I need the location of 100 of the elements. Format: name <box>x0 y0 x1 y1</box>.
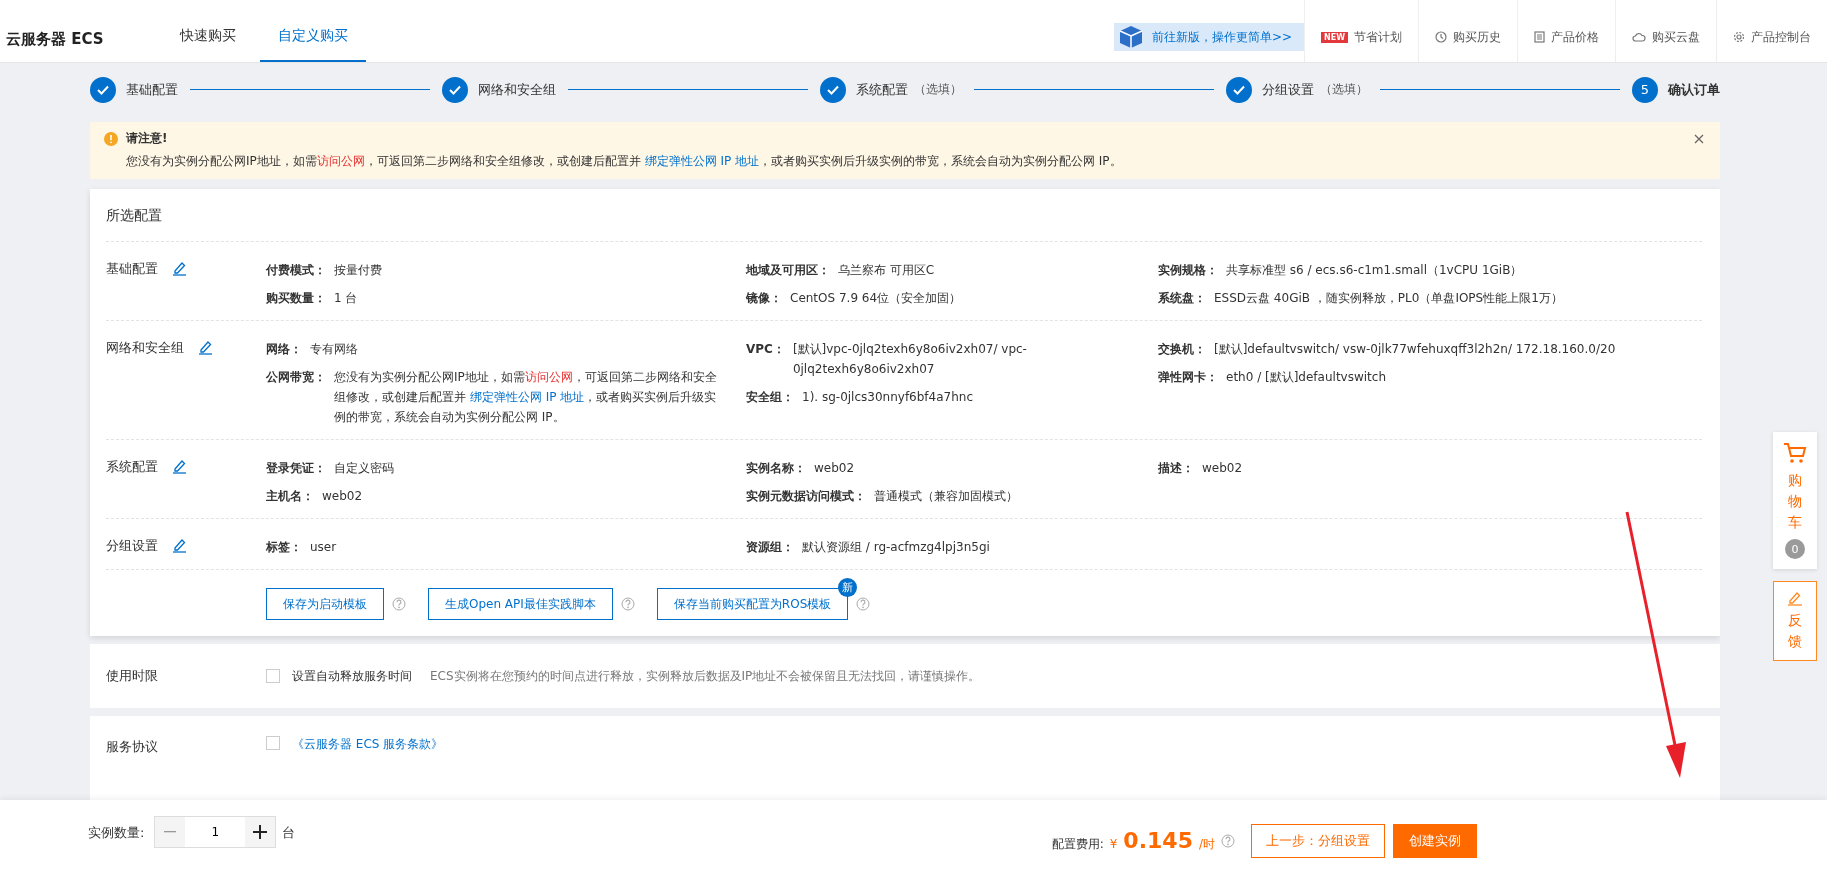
field-label: 标签： <box>266 539 302 556</box>
section-title: 分组设置 <box>106 537 158 555</box>
warning-icon <box>104 132 118 146</box>
field-label: 交换机： <box>1158 341 1206 358</box>
help-icon[interactable] <box>856 597 871 611</box>
field-label: 购买数量： <box>266 290 326 307</box>
header-link-label: 节省计划 <box>1354 28 1402 46</box>
header-link-label: 购买历史 <box>1453 28 1501 46</box>
help-icon[interactable] <box>392 597 406 611</box>
quantity-label: 实例数量: <box>88 824 145 842</box>
header-link[interactable]: 购买历史 <box>1418 0 1517 62</box>
checkbox[interactable] <box>266 669 280 683</box>
action-button[interactable]: 生成Open API最佳实践脚本 <box>428 588 613 620</box>
cart-label: 购物车 <box>1788 471 1802 532</box>
card-title: 所选配置 <box>106 189 1702 242</box>
field-value: 乌兰察布 可用区C <box>838 262 935 279</box>
step-label: 分组设置 <box>1262 80 1314 99</box>
field-label: 安全组： <box>746 389 794 406</box>
action-button[interactable]: 保存为启动模板 <box>266 588 384 620</box>
step-note: （选填） <box>1320 81 1368 98</box>
help-icon[interactable] <box>620 597 635 611</box>
field-value: web02 <box>322 488 363 505</box>
cart-panel[interactable]: 购物车 0 <box>1773 432 1817 569</box>
feedback-button[interactable]: 反馈 <box>1773 581 1817 661</box>
field-label: 公网带宽： <box>266 369 326 386</box>
field-label: 镜像： <box>746 290 782 307</box>
edit-icon[interactable] <box>172 537 187 553</box>
field-value: [默认]vpc-0jlq2texh6y8o6iv2xh07/ vpc-0jlq2texh6y8o6iv2xh07 <box>792 341 1028 378</box>
header-link-label: 产品价格 <box>1551 28 1599 46</box>
header-link-label: 产品控制台 <box>1751 28 1811 46</box>
cart-count: 0 <box>1785 539 1805 559</box>
field-label: 实例名称： <box>746 460 806 477</box>
help-icon[interactable] <box>1221 833 1235 848</box>
plus-button[interactable] <box>245 817 276 847</box>
previous-button[interactable]: 上一步：分组设置 <box>1251 824 1385 858</box>
clock-icon <box>1435 31 1447 43</box>
new-badge: 新 <box>838 578 858 597</box>
price-unit: /时 <box>1198 836 1215 853</box>
notice-text: 您没有为实例分配公网IP地址，如需访问公网，可返回第二步网络和安全组修改，或创建后配置并 绑定弹性公网 IP 地址，或者购买实例后升级实例的带宽，系统会自动为实例分配公网 IP。 <box>126 153 1122 170</box>
tab[interactable]: 快速购买 <box>162 0 254 62</box>
field-label: 描述： <box>1158 460 1194 477</box>
plus-icon <box>253 825 268 839</box>
header-link[interactable]: 购买云盘 <box>1615 0 1716 62</box>
section-title: 系统配置 <box>106 458 158 476</box>
field-label: 资源组： <box>746 539 794 556</box>
checkbox[interactable] <box>266 736 280 750</box>
field-label: 弹性网卡： <box>1158 369 1218 386</box>
edit-icon[interactable] <box>172 458 187 474</box>
tab[interactable]: 自定义购买 <box>260 0 366 62</box>
notice-title: 请注意! <box>126 130 169 147</box>
usage-hint: ECS实例将在您预约的时间点进行释放，实例释放后数据及IP地址不会被保留且无法找回，请谨慎操作。 <box>430 667 981 685</box>
field-value: 普通模式（兼容加固模式） <box>874 488 1018 505</box>
price: 0.145 <box>1123 828 1193 853</box>
step-label: 网络和安全组 <box>478 80 556 99</box>
field-value: ESSD云盘 40GiB ，随实例释放，PL0（单盘IOPS性能上限1万） <box>1214 290 1563 307</box>
field-value: user <box>310 539 337 556</box>
field-value: 您没有为实例分配公网IP地址，如需访问公网，可返回第二步网络和安全组修改，或创建后配置并 绑定弹性公网 IP 地址，或者购买实例后升级实例的带宽，系统会自动为实例分配公网 IP。 <box>334 369 718 426</box>
quantity-stepper[interactable]: 1 <box>154 816 277 848</box>
pencil-icon <box>1787 590 1803 606</box>
create-button[interactable]: 创建实例 <box>1393 824 1477 858</box>
field-value: 1 台 <box>334 290 358 307</box>
new-badge: NEW <box>1321 31 1348 43</box>
field-label: 地域及可用区： <box>746 262 830 279</box>
field-value: [默认]defaultvswitch/ vsw-0jlk77wfehuxqff3l2h2n/ 172.18.160.0/20 <box>1214 341 1616 358</box>
header-link-label: 购买云盘 <box>1652 28 1700 46</box>
link[interactable]: 访问公网 <box>316 154 365 168</box>
terms-link[interactable]: 《云服务器 ECS 服务条款》 <box>292 736 444 753</box>
field-label: 付费模式： <box>266 262 326 279</box>
link[interactable]: 访问公网 <box>524 370 573 384</box>
field-value: web02 <box>814 460 855 477</box>
close-icon[interactable] <box>1694 134 1704 144</box>
unit-label: 台 <box>282 824 296 842</box>
header-link[interactable]: 产品控制台 <box>1716 0 1827 62</box>
minus-icon <box>164 831 177 833</box>
field-value: 共享标准型 s6 / ecs.s6-c1m1.small（1vCPU 1GiB） <box>1226 262 1523 279</box>
field-value: 自定义密码 <box>334 460 394 477</box>
cube-icon <box>1117 24 1144 50</box>
step-label: 确认订单 <box>1668 80 1720 99</box>
link[interactable]: 绑定弹性公网 IP 地址 <box>469 390 585 404</box>
header-link[interactable]: NEW 节省计划 <box>1304 0 1418 62</box>
header-link[interactable]: 产品价格 <box>1517 0 1615 62</box>
checkbox-label: 设置自动释放服务时间 <box>292 667 412 685</box>
edit-icon[interactable] <box>172 260 187 276</box>
product-title: 云服务器 ECS <box>5 28 105 50</box>
feedback-label: 反馈 <box>1788 611 1802 651</box>
minus-button[interactable] <box>155 817 186 847</box>
new-version-banner[interactable]: 前往新版，操作更简单>> <box>1113 23 1304 51</box>
field-label: VPC： <box>746 341 785 358</box>
fee-label: 配置费用: <box>1051 836 1104 853</box>
row-title: 使用时限 <box>106 667 159 685</box>
step-note: （选填） <box>914 81 962 98</box>
field-label: 系统盘： <box>1158 290 1206 307</box>
field-label: 实例规格： <box>1158 262 1218 279</box>
field-value: eth0 / [默认]defaultvswitch <box>1226 369 1386 386</box>
field-value: web02 <box>1202 460 1243 477</box>
edit-icon[interactable] <box>198 339 213 355</box>
field-value: CentOS 7.9 64位（安全加固） <box>790 290 962 307</box>
field-value: 1). sg-0jlcs30nnyf6bf4a7hnc <box>802 389 973 406</box>
link[interactable]: 绑定弹性公网 IP 地址 <box>644 154 759 168</box>
field-value: 专有网络 <box>310 341 358 358</box>
